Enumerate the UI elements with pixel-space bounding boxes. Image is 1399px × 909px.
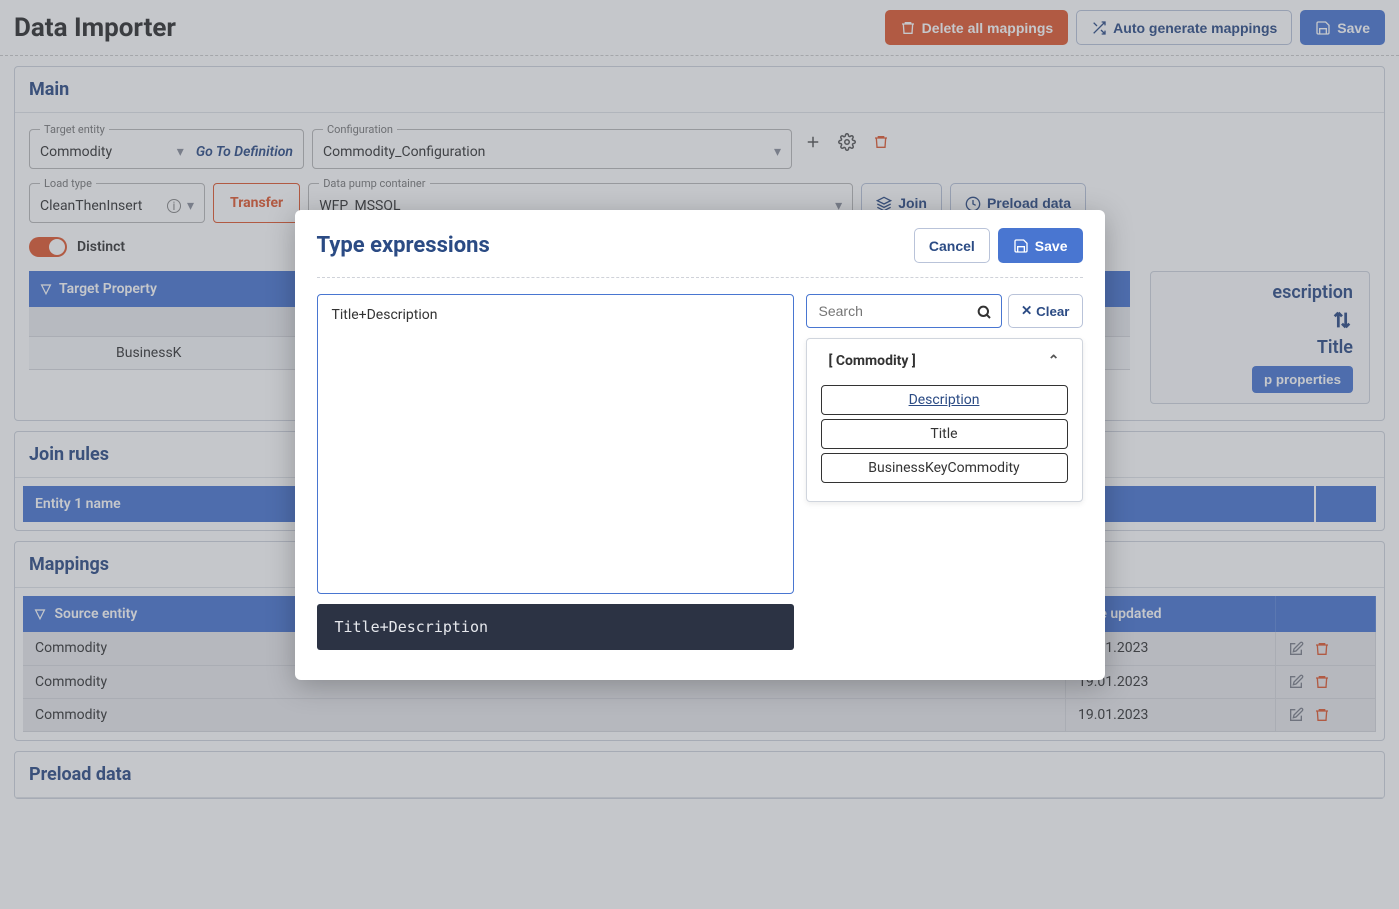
cancel-button[interactable]: Cancel (914, 228, 990, 263)
property-item-description[interactable]: Description (821, 385, 1068, 415)
clear-button-label: Clear (1036, 304, 1069, 319)
property-group-title: [ Commodity ] (829, 353, 916, 369)
property-item-title[interactable]: Title (821, 419, 1068, 449)
search-icon[interactable] (976, 303, 992, 319)
close-icon: ✕ (1021, 303, 1032, 319)
search-input[interactable] (806, 294, 1002, 328)
clear-button[interactable]: ✕ Clear (1008, 294, 1083, 328)
modal-save-label: Save (1035, 238, 1068, 254)
type-expressions-modal: Type expressions Cancel Save Title+Descr… (295, 210, 1105, 680)
save-icon (1013, 237, 1029, 254)
modal-title: Type expressions (317, 233, 490, 258)
expression-preview: Title+Description (317, 604, 794, 650)
expression-textarea[interactable]: Title+Description (317, 294, 794, 594)
modal-save-button[interactable]: Save (998, 228, 1083, 263)
chevron-up-icon[interactable]: ⌃ (1048, 353, 1060, 369)
modal-overlay: Type expressions Cancel Save Title+Descr… (0, 0, 1399, 909)
property-item-businesskey[interactable]: BusinessKeyCommodity (821, 453, 1068, 483)
